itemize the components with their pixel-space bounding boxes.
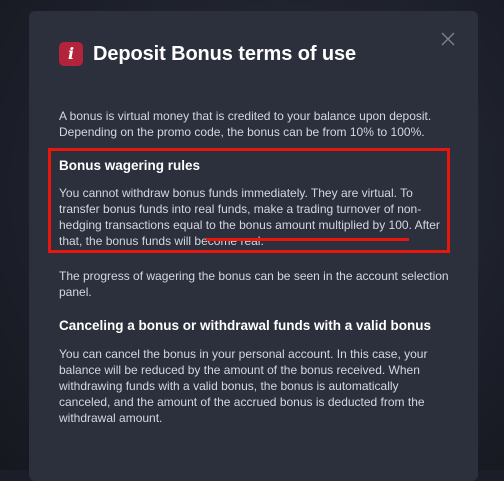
info-icon: i [59,42,83,66]
progress-line: The progress of wagering the bonus can b… [59,269,449,283]
canceling-bonus-heading: Canceling a bonus or withdrawal funds wi… [59,318,432,333]
close-button[interactable] [440,31,456,47]
progress-line: panel. [59,285,92,299]
wagering-line: that, the bonus funds will become real. [59,234,264,248]
info-glyph: i [67,44,75,63]
intro-line: Depending on the promo code, the bonus c… [59,125,425,139]
wagering-line: You cannot withdraw bonus funds immediat… [59,186,413,200]
canceling-line: canceled, and the amount of the accrued … [59,395,425,409]
canceling-line: withdrawal amount. [59,411,163,425]
dialog-header: i Deposit Bonus terms of use [59,42,356,66]
progress-paragraph: The progress of wagering the bonus can b… [59,268,451,300]
canceling-line: withdrawing funds with a valid bonus, th… [59,379,399,393]
intro-paragraph: A bonus is virtual money that is credite… [59,108,451,140]
terms-dialog: i Deposit Bonus terms of use A bonus is … [29,11,478,481]
wagering-line: transfer bonus funds into real funds, ma… [59,202,422,216]
canceling-line: You can cancel the bonus in your persona… [59,347,428,361]
canceling-line: balance will be reduced by the amount of… [59,363,420,377]
dialog-title: Deposit Bonus terms of use [93,42,356,65]
wagering-rules-heading: Bonus wagering rules [59,158,201,173]
wagering-line: hedging transactions equal to the bonus … [59,218,440,232]
canceling-bonus-paragraph: You can cancel the bonus in your persona… [59,346,451,426]
close-icon [441,32,455,46]
wagering-rules-paragraph: You cannot withdraw bonus funds immediat… [59,185,451,249]
intro-line: A bonus is virtual money that is credite… [59,109,432,123]
